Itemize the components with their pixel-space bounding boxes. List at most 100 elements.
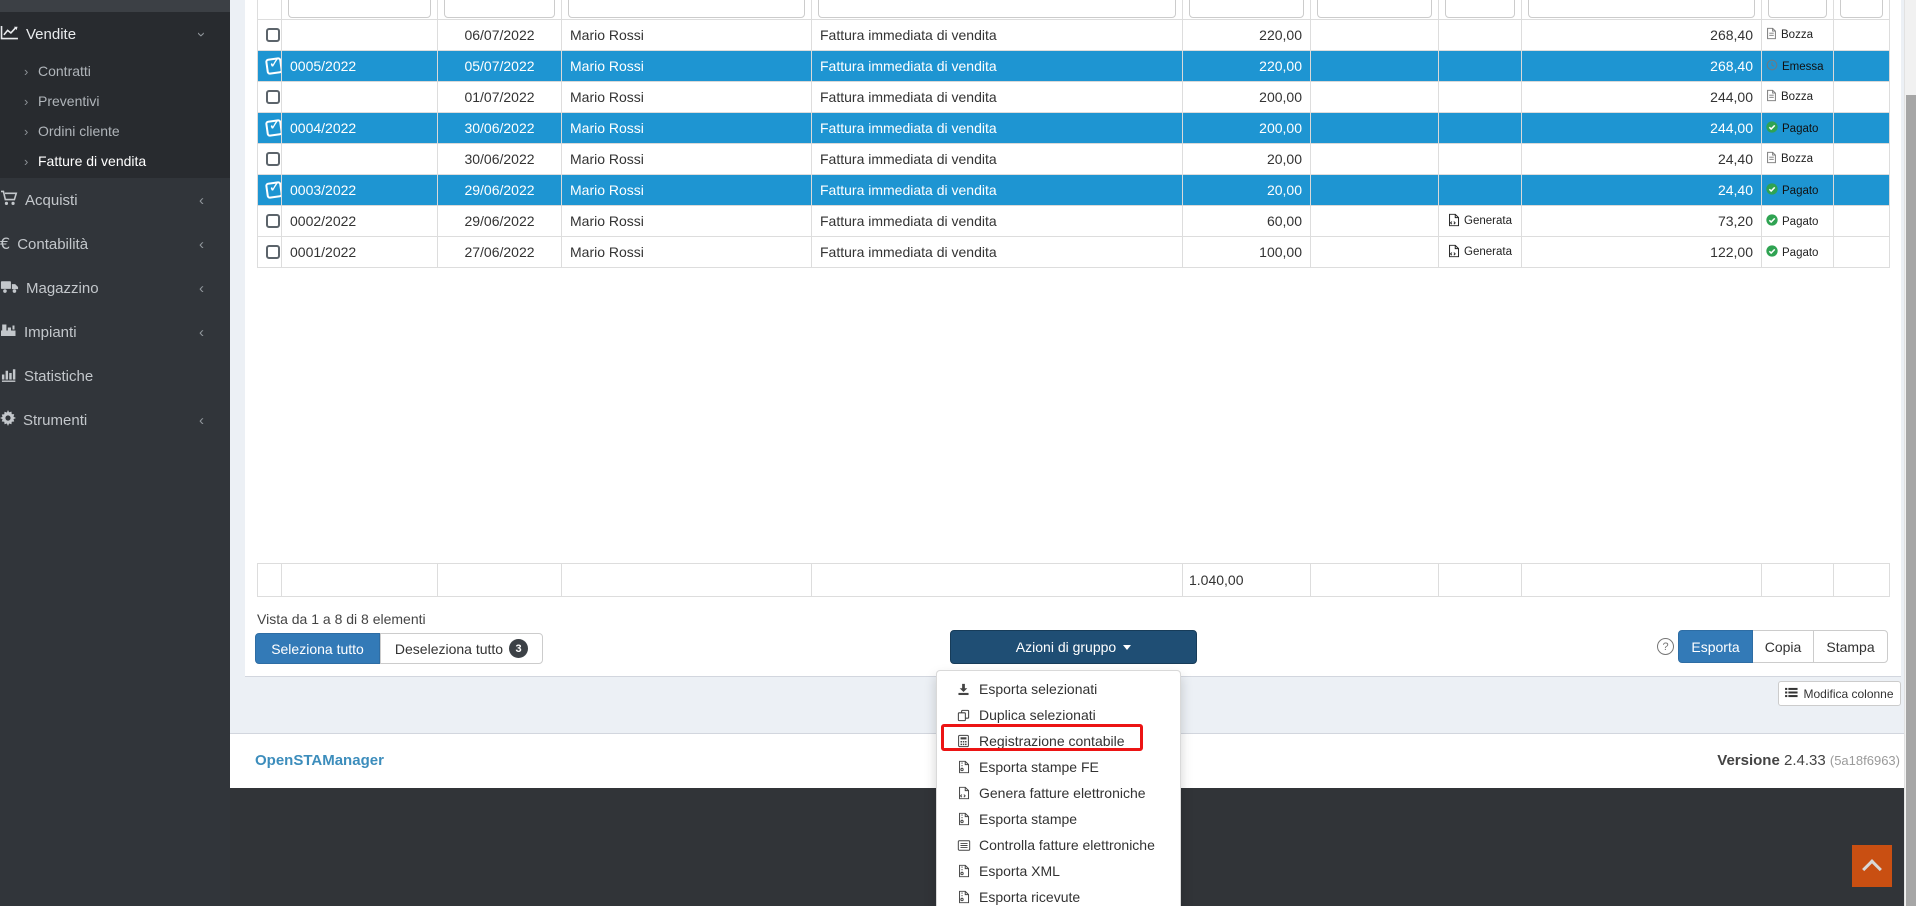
export-esporta-button[interactable]: Esporta: [1678, 630, 1753, 663]
filter-input-col6[interactable]: [1317, 0, 1432, 18]
menu-item-duplica-selezionati[interactable]: Duplica selezionati: [937, 702, 1180, 728]
sidebar-subitem-ordini-cliente[interactable]: ›Ordini cliente: [0, 116, 230, 146]
summary-cell: [1762, 564, 1834, 597]
sidebar-subitem-fatture-di-vendita[interactable]: ›Fatture di vendita: [0, 146, 230, 176]
cell-totale: 268,40: [1522, 20, 1762, 51]
file-code-icon: [1448, 213, 1460, 230]
menu-item-esporta-stampe-fe[interactable]: Esporta stampe FE: [937, 754, 1180, 780]
row-checkbox[interactable]: [266, 214, 280, 228]
modify-columns-button[interactable]: Modifica colonne: [1778, 681, 1901, 706]
sidebar-item-statistiche[interactable]: Statistiche: [0, 354, 230, 398]
cell-descrizione: Fattura immediata di vendita: [812, 20, 1183, 51]
invoices-table: 06/07/2022Mario RossiFattura immediata d…: [257, 0, 1890, 268]
filter-input-col2[interactable]: [444, 0, 555, 18]
sidebar-item-acquisti[interactable]: Acquisti‹: [0, 178, 230, 222]
deselect-all-button[interactable]: Deseleziona tutto 3: [380, 633, 543, 664]
filter-input-col4[interactable]: [818, 0, 1176, 18]
filter-input-col3[interactable]: [568, 0, 805, 18]
filter-input-col1[interactable]: [288, 0, 431, 18]
page-scrollbar-track[interactable]: [1904, 0, 1916, 906]
zip-file-icon: [956, 812, 971, 826]
menu-item-esporta-stampe[interactable]: Esporta stampe: [937, 806, 1180, 832]
menu-item-esporta-selezionati[interactable]: Esporta selezionati: [937, 676, 1180, 702]
filter-input-col8[interactable]: [1528, 0, 1755, 18]
cell-empty: [1311, 144, 1439, 175]
scroll-to-top-button[interactable]: [1852, 845, 1892, 887]
cell-stato: Pagato: [1762, 206, 1834, 237]
cell-imponibile: 20,00: [1183, 144, 1311, 175]
table-row[interactable]: 0005/202205/07/2022Mario RossiFattura im…: [258, 51, 1890, 82]
download-icon: [956, 683, 971, 696]
table-row[interactable]: 06/07/2022Mario RossiFattura immediata d…: [258, 20, 1890, 51]
group-actions-button[interactable]: Azioni di gruppo: [950, 630, 1197, 664]
euro-icon: €: [0, 236, 10, 253]
row-checkbox[interactable]: [266, 245, 280, 259]
menu-item-registrazione-contabile[interactable]: Registrazione contabile: [937, 728, 1180, 754]
export-stampa-button[interactable]: Stampa: [1813, 630, 1888, 663]
sidebar-subitem-contratti[interactable]: ›Contratti: [0, 56, 230, 86]
status-badge: Pagato: [1782, 216, 1818, 228]
caret-down-icon: [1123, 645, 1131, 650]
chevron-left-icon: ‹: [199, 193, 204, 208]
select-all-button[interactable]: Seleziona tutto: [255, 633, 380, 664]
cell-stato: Bozza: [1762, 20, 1834, 51]
summary-cell: [1311, 564, 1439, 597]
cell-data: 01/07/2022: [438, 82, 562, 113]
filter-input-col10[interactable]: [1840, 0, 1883, 18]
cell-totale: 73,20: [1522, 206, 1762, 237]
list-icon: [956, 839, 971, 852]
cell-fe: [1439, 51, 1522, 82]
menu-item-genera-fatture-elettroniche[interactable]: Genera fatture elettroniche: [937, 780, 1180, 806]
table-row[interactable]: 0001/202227/06/2022Mario RossiFattura im…: [258, 237, 1890, 268]
cell-imponibile: 20,00: [1183, 175, 1311, 206]
cell-empty: [1311, 206, 1439, 237]
row-checkbox[interactable]: [266, 152, 280, 166]
version-build: (5a18f6963): [1830, 753, 1900, 768]
cell-empty: [1311, 20, 1439, 51]
filter-input-col5[interactable]: [1189, 0, 1304, 18]
filter-input-col9[interactable]: [1768, 0, 1827, 18]
row-checkbox-checked[interactable]: [265, 119, 282, 137]
table-row[interactable]: 30/06/2022Mario RossiFattura immediata d…: [258, 144, 1890, 175]
app-brand-link[interactable]: OpenSTAManager: [255, 752, 384, 769]
cell-data: 29/06/2022: [438, 206, 562, 237]
row-checkbox[interactable]: [266, 90, 280, 104]
help-icon[interactable]: ?: [1657, 638, 1674, 655]
menu-item-label: Esporta stampe: [979, 811, 1077, 827]
menu-item-controlla-fatture-elettroniche[interactable]: Controlla fatture elettroniche: [937, 832, 1180, 858]
results-info: Vista da 1 a 8 di 8 elementi: [257, 611, 426, 627]
sidebar-item-strumenti[interactable]: Strumenti‹: [0, 398, 230, 442]
sidebar-item-magazzino[interactable]: Magazzino‹: [0, 266, 230, 310]
file-text-icon: [1766, 89, 1777, 105]
table-row[interactable]: 0003/202229/06/2022Mario RossiFattura im…: [258, 175, 1890, 206]
menu-item-esporta-xml[interactable]: Esporta XML: [937, 858, 1180, 884]
menu-item-esporta-ricevute[interactable]: Esporta ricevute: [937, 884, 1180, 906]
row-checkbox[interactable]: [266, 28, 280, 42]
cell-descrizione: Fattura immediata di vendita: [812, 144, 1183, 175]
truck-icon: [0, 279, 19, 298]
row-checkbox-checked[interactable]: [265, 181, 282, 199]
check-circle-icon: [1766, 121, 1778, 136]
sidebar-item-label: Statistiche: [24, 368, 93, 385]
sidebar-item-contabilit-[interactable]: €Contabilità‹: [0, 222, 230, 266]
sidebar-item-vendite[interactable]: Vendite›: [0, 12, 230, 56]
cell-fe: [1439, 20, 1522, 51]
cell-imponibile: 200,00: [1183, 82, 1311, 113]
page-scrollbar-thumb[interactable]: [1906, 95, 1916, 906]
table-row[interactable]: 01/07/2022Mario RossiFattura immediata d…: [258, 82, 1890, 113]
table-row[interactable]: 0004/202230/06/2022Mario RossiFattura im…: [258, 113, 1890, 144]
cell-stato: Emessa: [1762, 51, 1834, 82]
sidebar-item-impianti[interactable]: Impianti‹: [0, 310, 230, 354]
table-row[interactable]: 0002/202229/06/2022Mario RossiFattura im…: [258, 206, 1890, 237]
deselect-all-label: Deseleziona tutto: [395, 641, 503, 657]
cell-descrizione: Fattura immediata di vendita: [812, 175, 1183, 206]
chevron-up-icon: [1862, 859, 1882, 879]
cell-numero: 0003/2022: [282, 175, 438, 206]
row-checkbox-checked[interactable]: [265, 57, 282, 75]
sidebar-item-label: Strumenti: [23, 412, 87, 429]
sidebar-subitem-preventivi[interactable]: ›Preventivi: [0, 86, 230, 116]
chevron-down-icon: ›: [199, 27, 204, 42]
export-copia-button[interactable]: Copia: [1752, 630, 1814, 663]
filter-input-col7[interactable]: [1445, 0, 1515, 18]
menu-item-label: Esporta XML: [979, 863, 1060, 879]
